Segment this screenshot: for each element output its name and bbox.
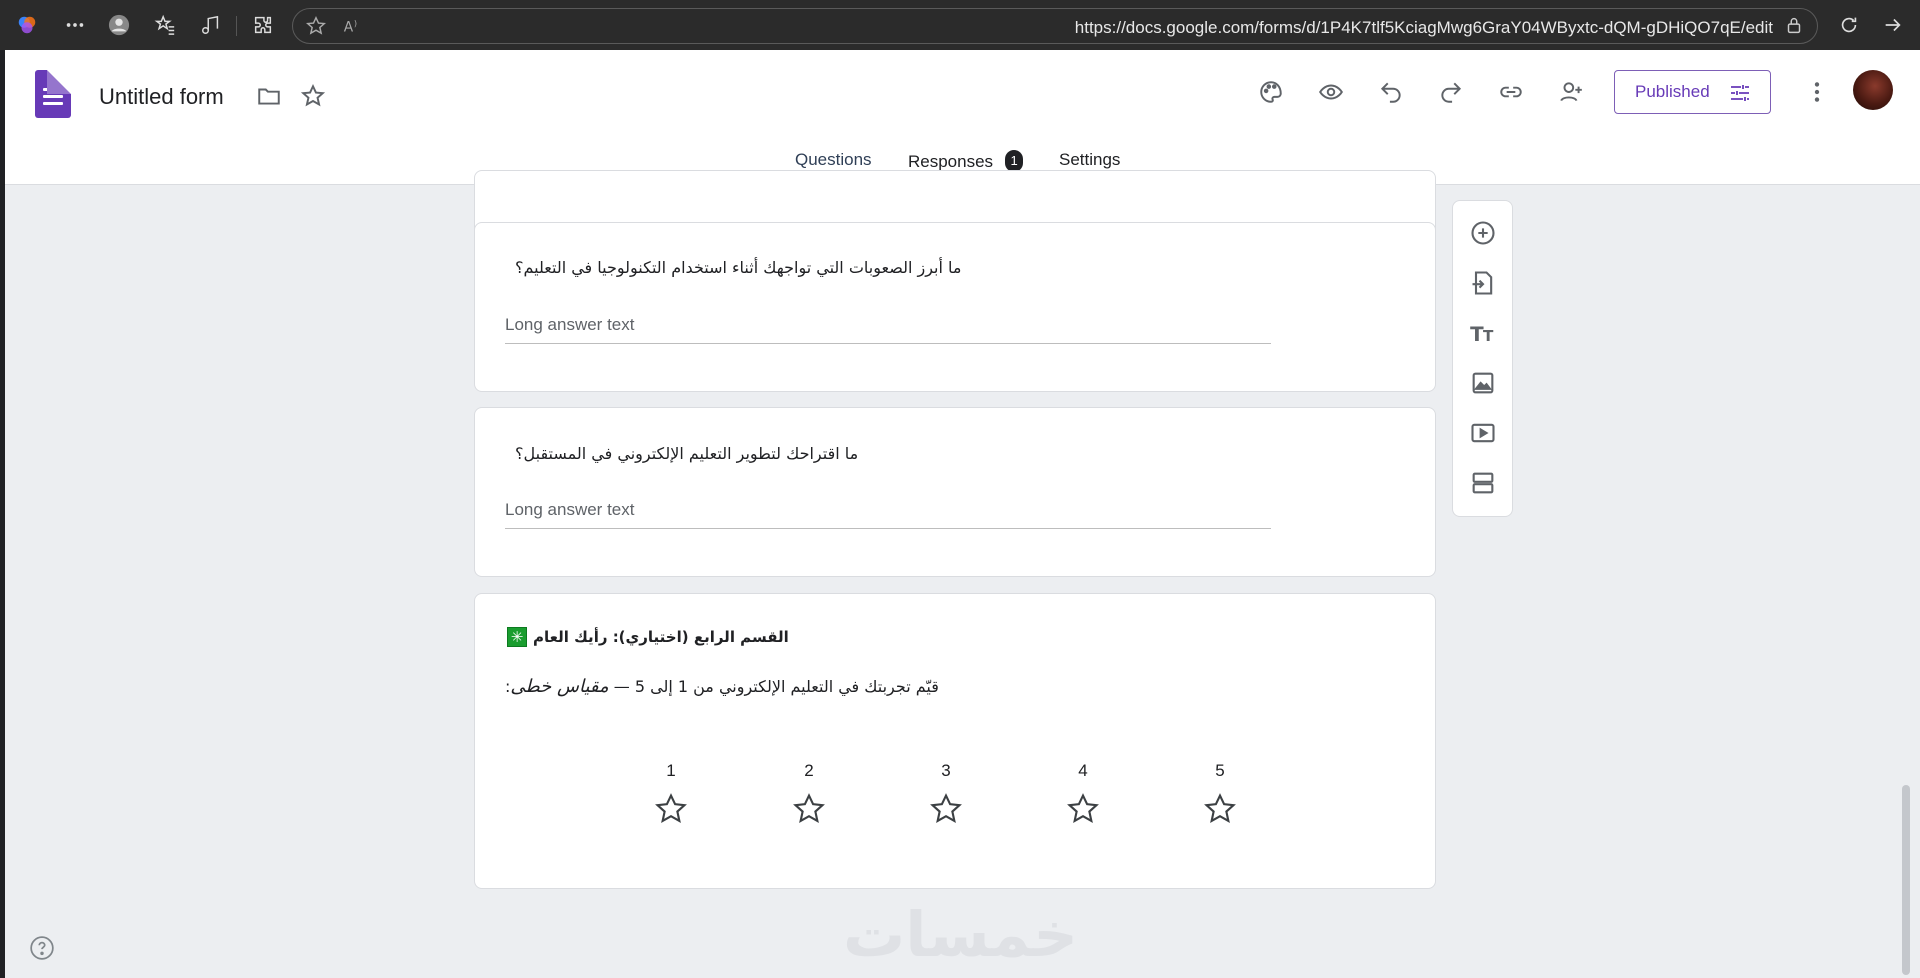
published-label: Published xyxy=(1635,82,1710,101)
more-icon[interactable] xyxy=(62,12,88,38)
form-title[interactable]: Untitled form xyxy=(99,84,224,110)
section-heading[interactable]: ✳ القسم الرابع (اختياري): رأيك العام xyxy=(507,627,789,647)
more-options-icon[interactable] xyxy=(1801,76,1833,108)
add-question-icon[interactable] xyxy=(1467,217,1499,249)
published-button[interactable]: Published xyxy=(1614,70,1771,114)
rating-question-card[interactable]: ✳ القسم الرابع (اختياري): رأيك العام قيّ… xyxy=(474,593,1436,889)
import-questions-icon[interactable] xyxy=(1467,267,1499,299)
scale-label: 3 xyxy=(941,761,951,780)
palette-icon[interactable] xyxy=(1255,76,1287,108)
responses-count-badge: 1 xyxy=(1005,150,1024,172)
read-aloud-icon[interactable]: A) xyxy=(339,13,365,39)
favorites-icon[interactable] xyxy=(152,12,178,38)
long-answer-field[interactable]: Long answer text xyxy=(505,315,1271,344)
redo-icon[interactable] xyxy=(1435,76,1467,108)
browser-toolbar: A) https://docs.google.com/forms/d/1P4K7… xyxy=(0,0,1920,50)
link-icon[interactable] xyxy=(1495,76,1527,108)
scale-label: 5 xyxy=(1215,761,1225,780)
rating-star-icon[interactable] xyxy=(1063,789,1103,829)
rating-star-icon[interactable] xyxy=(789,789,829,829)
app-header: Untitled form Published Questions Respon… xyxy=(5,50,1920,185)
svg-text:): ) xyxy=(354,18,357,28)
lock-icon[interactable] xyxy=(1781,13,1807,39)
forward-icon[interactable] xyxy=(1880,12,1906,38)
address-bar[interactable]: A) https://docs.google.com/forms/d/1P4K7… xyxy=(292,8,1818,44)
help-icon[interactable] xyxy=(29,935,55,961)
question-title[interactable]: ما اقتراحك لتطوير التعليم الإلكتروني في … xyxy=(515,444,858,463)
question-card[interactable]: ما أبرز الصعوبات التي تواجهك أثناء استخد… xyxy=(474,222,1436,392)
rating-question-text: قيّم تجربتك في التعليم الإلكتروني من 1 إ… xyxy=(608,677,939,696)
reload-icon[interactable] xyxy=(1836,12,1862,38)
add-image-icon[interactable] xyxy=(1467,367,1499,399)
undo-icon[interactable] xyxy=(1375,76,1407,108)
rating-question-title[interactable]: قيّم تجربتك في التعليم الإلكتروني من 1 إ… xyxy=(505,676,939,697)
add-favorite-icon[interactable] xyxy=(303,13,329,39)
extensions-icon[interactable] xyxy=(250,12,276,38)
scale-label: 1 xyxy=(666,761,676,780)
rating-question-italic: مقياس خطى xyxy=(510,676,609,697)
question-title[interactable]: ما أبرز الصعوبات التي تواجهك أثناء استخد… xyxy=(515,258,961,277)
question-card[interactable]: ما اقتراحك لتطوير التعليم الإلكتروني في … xyxy=(474,407,1436,577)
star-icon[interactable] xyxy=(297,80,329,112)
profile-icon[interactable] xyxy=(106,12,132,38)
scale-label: 2 xyxy=(804,761,814,780)
move-to-folder-icon[interactable] xyxy=(253,80,285,112)
rating-star-icon[interactable] xyxy=(651,789,691,829)
add-section-icon[interactable] xyxy=(1467,467,1499,499)
preview-eye-icon[interactable] xyxy=(1315,76,1347,108)
add-video-icon[interactable] xyxy=(1467,417,1499,449)
scale-label: 4 xyxy=(1078,761,1088,780)
avatar[interactable] xyxy=(1853,70,1893,110)
media-icon[interactable] xyxy=(198,12,224,38)
section-title-text: القسم الرابع (اختياري): رأيك العام xyxy=(533,628,789,646)
vertical-scrollbar[interactable] xyxy=(1902,785,1910,975)
publish-settings-icon xyxy=(1731,85,1749,101)
url-text: https://docs.google.com/forms/d/1P4K7tlf… xyxy=(1074,18,1773,37)
rating-star-icon[interactable] xyxy=(926,789,966,829)
long-answer-field[interactable]: Long answer text xyxy=(505,500,1271,529)
add-title-icon[interactable]: TT xyxy=(1467,317,1499,349)
watermark-logo: خمسات xyxy=(843,898,1078,971)
add-collaborator-icon[interactable] xyxy=(1555,76,1587,108)
rating-star-icon[interactable] xyxy=(1200,789,1240,829)
tab-responses-label: Responses xyxy=(908,152,994,171)
svg-text:A: A xyxy=(344,20,354,36)
eight-spoked-asterisk-icon: ✳ xyxy=(507,627,527,647)
copilot-icon[interactable] xyxy=(14,12,40,38)
forms-app: Untitled form Published Questions Respon… xyxy=(5,50,1920,978)
google-forms-logo-icon[interactable] xyxy=(35,70,71,118)
question-toolbar: TT xyxy=(1452,200,1513,517)
svg-text:T: T xyxy=(1483,327,1494,345)
